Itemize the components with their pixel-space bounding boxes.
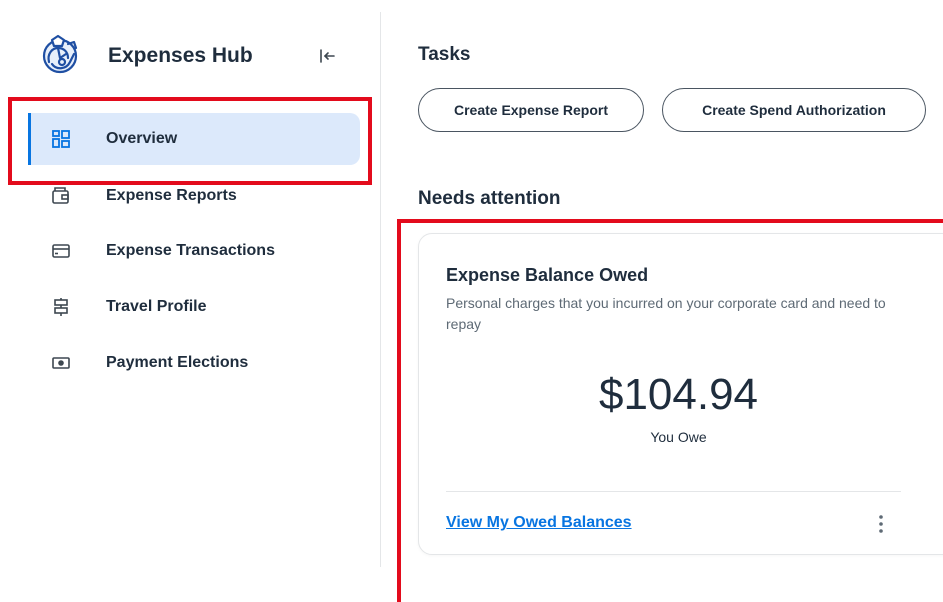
wallet-icon	[51, 186, 71, 206]
sidebar-item-label: Expense Transactions	[106, 242, 275, 259]
credit-card-icon	[51, 241, 71, 261]
signpost-icon	[51, 297, 71, 317]
sidebar-divider	[380, 12, 381, 567]
sidebar-item-label: Payment Elections	[106, 354, 249, 371]
sidebar-item-payment-elections[interactable]: Payment Elections	[28, 337, 360, 389]
sidebar-item-travel-profile[interactable]: Travel Profile	[28, 281, 360, 333]
sidebar-item-expense-transactions[interactable]: Expense Transactions	[28, 225, 360, 277]
banknote-icon	[51, 353, 71, 373]
needs-attention-heading: Needs attention	[418, 188, 561, 209]
annotation-highlight-overview	[8, 97, 372, 185]
annotation-highlight-balance-card	[397, 219, 943, 602]
sidebar-item-label: Expense Reports	[106, 187, 237, 204]
app-title: Expenses Hub	[108, 44, 253, 67]
tasks-heading: Tasks	[418, 44, 471, 65]
create-spend-authorization-button[interactable]: Create Spend Authorization	[662, 88, 926, 132]
collapse-sidebar-icon[interactable]	[318, 47, 336, 65]
create-expense-report-button[interactable]: Create Expense Report	[418, 88, 644, 132]
expenses-hub-logo-icon	[38, 32, 84, 78]
sidebar-item-label: Travel Profile	[106, 298, 207, 315]
